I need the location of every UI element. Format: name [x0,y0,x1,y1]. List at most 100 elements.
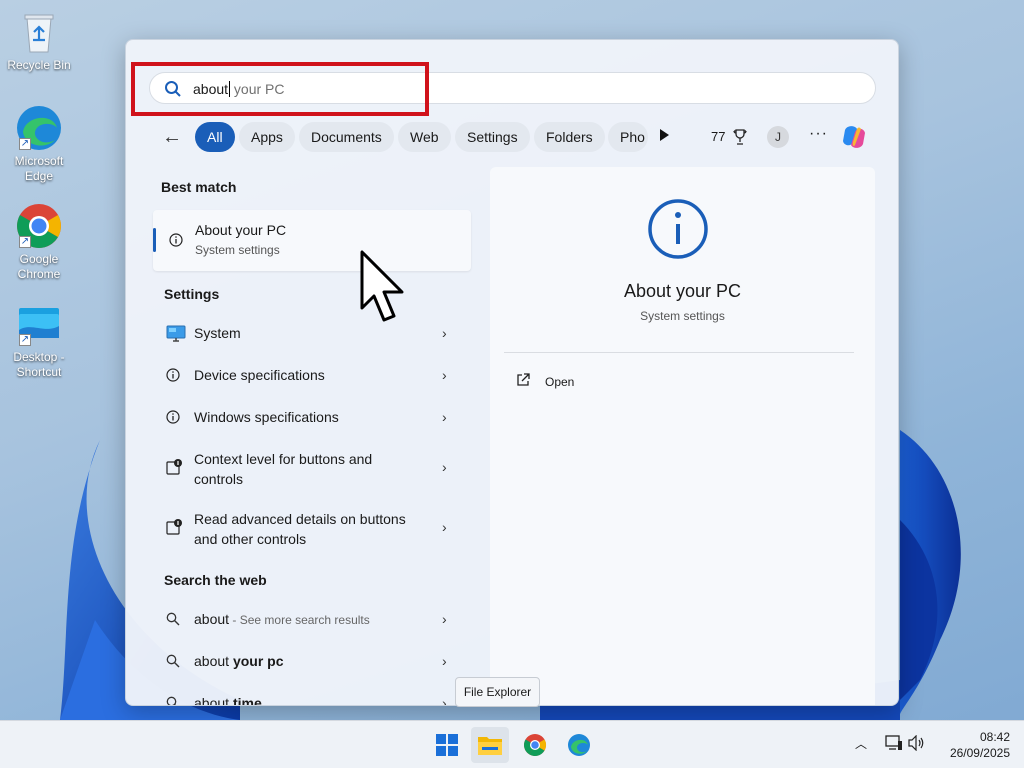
settings-heading: Settings [164,286,220,302]
best-match-heading: Best match [161,179,237,195]
copilot-icon[interactable] [839,122,869,152]
settings-item-read-advanced-details[interactable]: Read advanced details on buttons and oth… [152,500,462,556]
settings-item-windows-specifications[interactable]: Windows specifications › [152,398,462,436]
selection-indicator [153,228,156,252]
filter-tab-apps[interactable]: Apps [239,122,295,152]
preview-divider [504,352,854,353]
web-result-prefix: about [194,695,233,706]
red-highlight-box [131,62,429,116]
taskbar-file-explorer[interactable] [471,727,509,763]
clock-date: 26/09/2025 [949,746,1010,760]
chevron-right-icon: › [442,695,447,706]
settings-item-label: Windows specifications [194,409,339,425]
desktop-icon-label: Desktop - Shortcut [13,350,65,379]
web-result-prefix: about [194,653,233,669]
desktop-icon-edge[interactable]: ↗ Microsoft Edge [4,104,74,184]
info-icon [648,199,708,259]
web-result-about-your-pc[interactable]: about your pc › [152,642,462,680]
web-result-label: about your pc [194,651,424,671]
web-result-query: about [194,611,230,627]
web-result-completion: time [232,695,262,706]
scroll-filters-right-icon[interactable] [660,129,669,141]
edge-icon: ↗ [15,104,63,152]
settings-item-device-specifications[interactable]: Device specifications › [152,356,462,394]
taskbar-edge[interactable] [560,727,598,763]
chevron-right-icon: › [442,409,447,425]
chevron-right-icon: › [442,367,447,383]
clock-time: 08:42 [979,730,1010,744]
windows-logo-icon [436,734,458,756]
best-match-title: About your PC [195,222,287,238]
web-result-label: about - See more search results [194,609,424,630]
chevron-right-icon: › [442,653,447,669]
best-match-item[interactable]: About your PC System settings [153,210,471,271]
settings-item-context-level[interactable]: Context level for buttons and controls › [152,440,462,496]
search-web-heading: Search the web [164,572,267,588]
chevron-right-icon: › [442,519,447,535]
shortcut-arrow-icon: ↗ [19,236,31,248]
chevron-right-icon: › [442,611,447,627]
folder-icon [478,737,502,755]
preview-subtitle: System settings [640,309,725,323]
search-icon [166,654,180,668]
chrome-icon [524,734,546,756]
search-icon [166,696,177,705]
rewards-points: 77 [711,129,726,144]
info-icon [169,233,183,247]
desktop-icon-recycle-bin[interactable]: Recycle Bin [4,8,74,73]
shortcut-arrow-icon: ↗ [19,138,31,150]
web-result-hint: - See more search results [229,613,370,627]
taskbar: ︿ 08:42 26/09/2025 [0,720,1024,768]
search-icon [166,612,180,626]
settings-item-system[interactable]: System › [152,314,462,352]
desktop-icon-label: Microsoft Edge [14,154,64,183]
web-result-about-time[interactable]: about time › [152,684,462,706]
file-explorer-tooltip: File Explorer [455,677,540,707]
monitor-icon [166,325,186,342]
desktop-icon-label: Recycle Bin [7,58,71,72]
taskbar-chrome[interactable] [516,727,554,763]
filter-tab-folders[interactable]: Folders [534,122,605,152]
shortcut-arrow-icon: ↗ [19,334,31,346]
preview-pane: About your PC System settings Open [490,167,875,705]
desktop-icon-desktop-shortcut[interactable]: ↗ Desktop - Shortcut [4,300,74,380]
filter-tab-all[interactable]: All [195,122,235,152]
open-action[interactable]: Open [545,375,574,389]
filter-tab-web[interactable]: Web [398,122,451,152]
info-icon [166,410,180,424]
open-external-icon[interactable] [516,373,530,387]
web-result-about[interactable]: about - See more search results › [152,600,462,638]
settings-item-label: System [194,325,241,341]
settings-item-label: Context level for buttons and controls [194,451,373,487]
preview-title: About your PC [623,281,742,301]
volume-icon[interactable] [908,735,926,751]
start-button[interactable] [428,727,466,763]
settings-item-label: Device specifications [194,367,325,383]
mouse-cursor-icon [360,250,404,322]
network-icon[interactable] [885,735,903,751]
edge-icon [568,734,590,756]
filter-tab-settings[interactable]: Settings [455,122,530,152]
folder-shortcut-icon: ↗ [15,300,63,348]
settings-item-label: Read advanced details on buttons and oth… [194,511,406,547]
more-options-icon[interactable]: ··· [809,125,828,143]
show-hidden-icons-chevron-up-icon[interactable]: ︿ [855,735,867,752]
search-panel: about your PC ← All Apps Documents Web S… [125,39,899,706]
chevron-right-icon: › [442,459,447,475]
filter-tab-documents[interactable]: Documents [299,122,394,152]
chrome-icon: ↗ [15,202,63,250]
taskbar-clock[interactable]: 08:42 26/09/2025 [940,729,1010,761]
info-icon [166,368,180,382]
account-avatar[interactable]: J [767,126,789,148]
rewards-trophy-icon[interactable] [732,128,748,146]
desktop-icon-chrome[interactable]: ↗ Google Chrome [4,202,74,282]
back-arrow-icon[interactable]: ← [162,126,182,149]
desktop-icon-label: Google Chrome [17,252,61,281]
recycle-bin-icon [15,8,63,56]
filter-tab-photos[interactable]: Pho [608,122,648,152]
accessibility-icon [166,459,182,475]
filter-bar: ← All Apps Documents Web Settings Folder… [126,120,898,154]
chevron-right-icon: › [442,325,447,341]
web-result-label: about time [194,693,424,706]
accessibility-icon [166,519,182,535]
